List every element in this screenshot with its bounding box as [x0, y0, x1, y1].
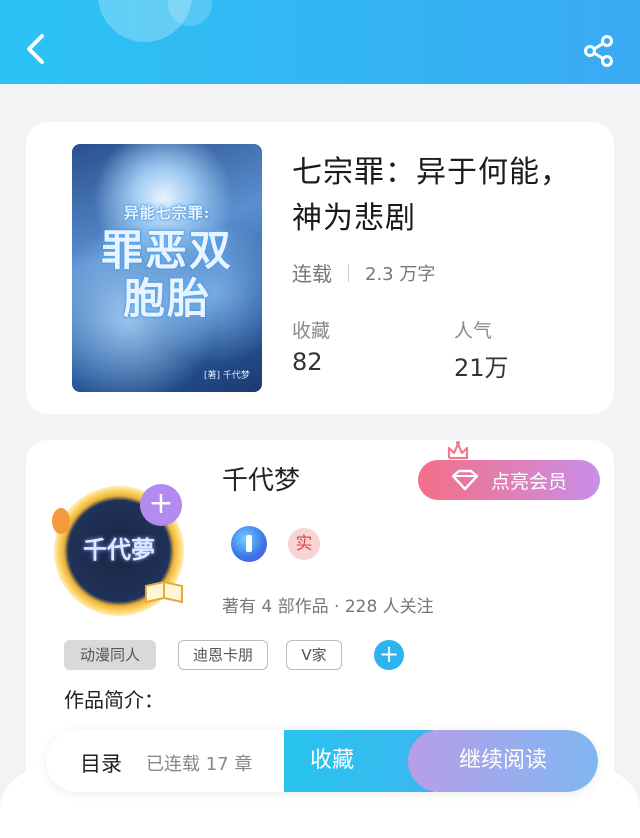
popularity-value: 21万 — [454, 354, 509, 382]
continue-reading-button[interactable]: 继续阅读 — [408, 730, 598, 792]
favorites-value: 82 — [292, 348, 323, 376]
cover-main-title: 罪恶双胞胎 — [100, 226, 233, 323]
cover-author: [著] 千代梦 — [204, 371, 250, 381]
back-chevron-icon — [27, 34, 44, 64]
book-decoration-icon — [145, 580, 183, 604]
follow-author-button[interactable]: + — [140, 484, 182, 526]
word-count: 2.3 万字 — [365, 263, 436, 285]
bottom-action-bar: 目录 已连载 17 章 收藏 继续阅读 — [46, 730, 598, 792]
book-meta: 连载 2.3 万字 — [292, 258, 435, 287]
top-bar — [0, 0, 640, 84]
popularity-label: 人气 — [454, 320, 493, 342]
verified-real-badge: 实 — [288, 528, 320, 560]
serial-status: 连载 — [292, 262, 332, 286]
author-name: 千代梦 — [222, 466, 301, 496]
meta-divider — [348, 263, 349, 282]
back-button[interactable] — [20, 30, 50, 68]
chapter-count: 已连载 17 章 — [146, 754, 253, 775]
favorites-label: 收藏 — [292, 320, 331, 342]
book-info-card: 异能七宗罪: 罪恶双胞胎 [著] 千代梦 七宗罪：异于何能，神为悲剧 连载 2.… — [26, 122, 614, 414]
diamond-icon — [451, 469, 479, 491]
share-icon — [584, 35, 613, 67]
add-tag-button[interactable]: + — [374, 640, 404, 670]
share-button[interactable] — [582, 34, 616, 68]
tag-anime-fanfic[interactable]: 动漫同人 — [64, 640, 156, 670]
table-of-contents-button[interactable]: 目录 — [80, 748, 122, 778]
tag-dean-carbon[interactable]: 迪恩卡朋 — [178, 640, 268, 670]
book-cover[interactable]: 异能七宗罪: 罪恶双胞胎 [著] 千代梦 — [72, 144, 262, 392]
vip-button-label: 点亮会员 — [490, 470, 567, 493]
feather-decoration-icon — [52, 508, 70, 534]
cover-subtitle: 异能七宗罪: — [123, 204, 211, 222]
synopsis-label: 作品简介： — [64, 688, 164, 712]
tag-v-family[interactable]: V家 — [286, 640, 342, 670]
level-badge-icon — [231, 526, 267, 562]
avatar-text: 千代夢 — [83, 535, 155, 564]
author-stats: 著有 4 部作品 · 228 人关注 — [222, 597, 434, 617]
book-title: 七宗罪：异于何能，神为悲剧 — [292, 155, 571, 236]
crown-icon — [447, 441, 469, 460]
vip-activate-button[interactable]: 点亮会员 — [418, 460, 600, 500]
cover-title: 异能七宗罪: 罪恶双胞胎 — [80, 202, 254, 323]
